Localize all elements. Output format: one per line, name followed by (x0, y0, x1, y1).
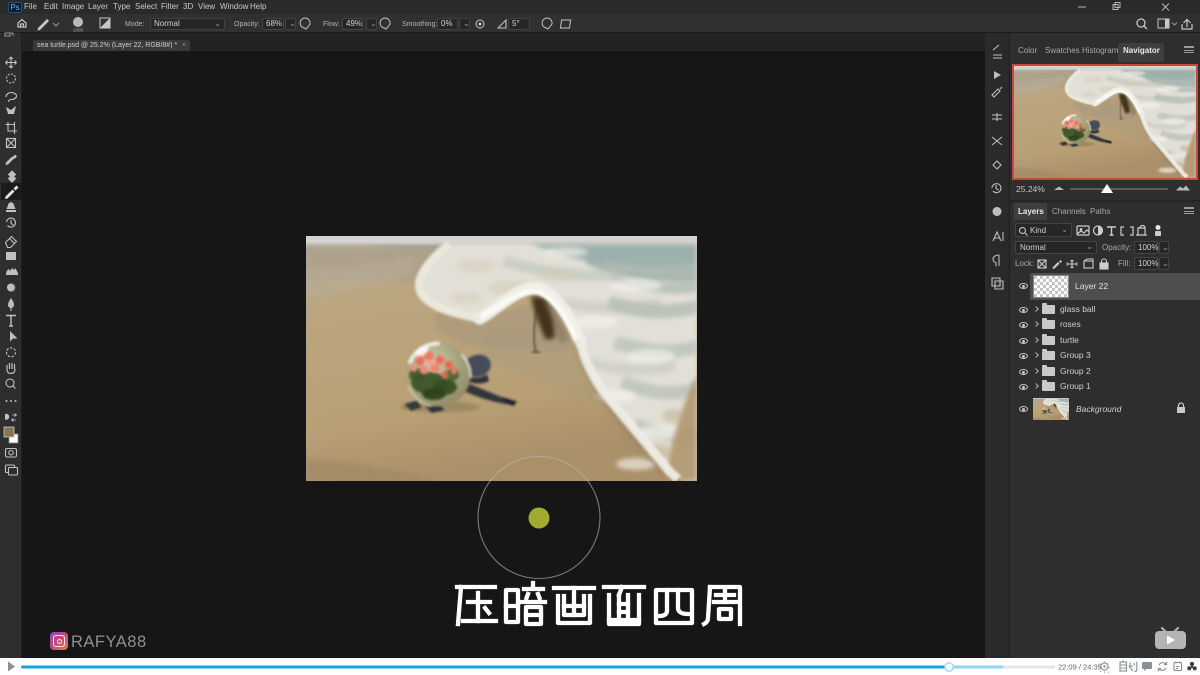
svg-text:22:09 / 24:35: 22:09 / 24:35 (1058, 663, 1102, 672)
svg-text:1000: 1000 (73, 28, 84, 33)
